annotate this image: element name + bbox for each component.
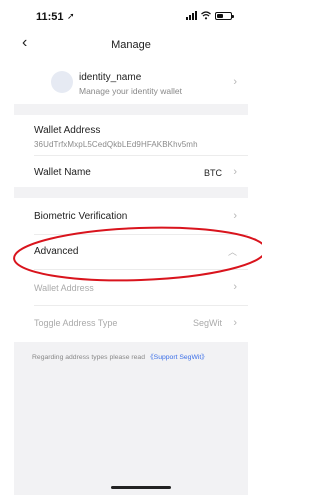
wallet-name-label: Wallet Name [34,167,91,178]
chevron-right-icon: › [233,166,237,178]
wallet-name-row[interactable]: Wallet Name BTC › [14,156,248,187]
identity-name: identity_name [79,72,142,83]
wallet-address-label: Wallet Address [34,125,101,136]
status-bar: 11:51 ➚ [14,0,248,26]
avatar [51,71,73,93]
identity-row[interactable]: identity_name Manage your identity walle… [14,62,248,104]
phone-screen: 11:51 ➚ ‹ Manage identity_name Manage yo… [14,0,248,495]
signal-icon [186,11,197,20]
chevron-right-icon: › [233,210,237,222]
toggle-address-type-value: SegWit [192,318,222,328]
advanced-row[interactable]: Advanced ︿ [14,235,248,269]
wifi-icon [201,11,211,20]
wallet-info-section: Wallet Address 36UdTrfxMxpL5CedQkbLEd9HF… [14,115,248,187]
chevron-up-icon: ︿ [227,247,237,257]
support-segwit-link[interactable]: 《Support SegWit》 [147,354,208,361]
battery-icon [215,11,234,20]
chevron-right-icon: › [233,281,237,293]
home-indicator [111,486,171,489]
location-arrow-icon: ➚ [67,11,75,21]
advanced-wallet-address-label: Wallet Address [34,283,94,293]
chevron-right-icon: › [233,317,237,329]
wallet-name-value: BTC [204,168,222,178]
advanced-label: Advanced [34,246,79,257]
status-time: 11:51 [36,11,64,23]
settings-section: Biometric Verification › Advanced ︿ Wall… [14,198,248,342]
toggle-address-type-label: Toggle Address Type [34,318,118,328]
advanced-wallet-address-row[interactable]: Wallet Address › [14,270,248,305]
status-icons [186,11,234,20]
chevron-right-icon: › [233,76,237,88]
biometric-verification-row[interactable]: Biometric Verification › [14,198,248,234]
identity-subtitle: Manage your identity wallet [79,86,183,96]
wallet-address-value: 36UdTrfxMxpL5CedQkbLEd9HFAKBKhv5mh [34,140,198,149]
biometric-verification-label: Biometric Verification [34,211,128,222]
toggle-address-type-row[interactable]: Toggle Address Type SegWit › [14,306,248,342]
segwit-notice: Regarding address types please read 《Sup… [32,351,208,361]
segwit-notice-text: Regarding address types please read [32,354,147,361]
wallet-address-row[interactable]: Wallet Address 36UdTrfxMxpL5CedQkbLEd9HF… [14,115,248,155]
page-title: Manage [111,39,151,51]
nav-bar: ‹ Manage [14,26,248,62]
